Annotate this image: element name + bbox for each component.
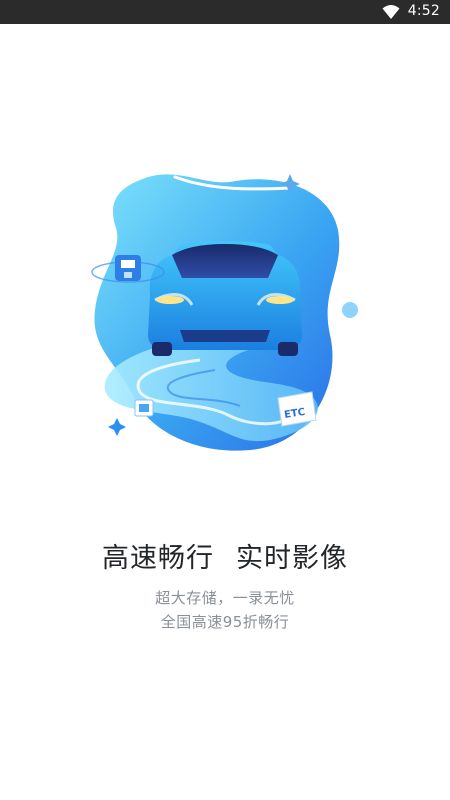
status-time: 4:52	[407, 3, 440, 19]
title-part-1: 高速畅行	[102, 543, 214, 574]
title-part-2: 实时影像	[236, 543, 348, 574]
subtitle-line-1: 超大存储，一录无忧	[155, 589, 295, 607]
etc-badge: ETC	[277, 391, 317, 427]
sparkle-icon	[108, 418, 126, 436]
subtitle-line-2: 全国高速95折畅行	[160, 613, 290, 631]
image-icon	[134, 399, 154, 417]
car	[148, 241, 302, 356]
onboarding-title: 高速畅行 实时影像	[0, 536, 450, 575]
dot-decoration	[342, 302, 358, 318]
status-bar: 4:52	[0, 0, 450, 24]
car-road-illustration: ETC	[91, 174, 358, 451]
wifi-icon	[382, 5, 400, 19]
